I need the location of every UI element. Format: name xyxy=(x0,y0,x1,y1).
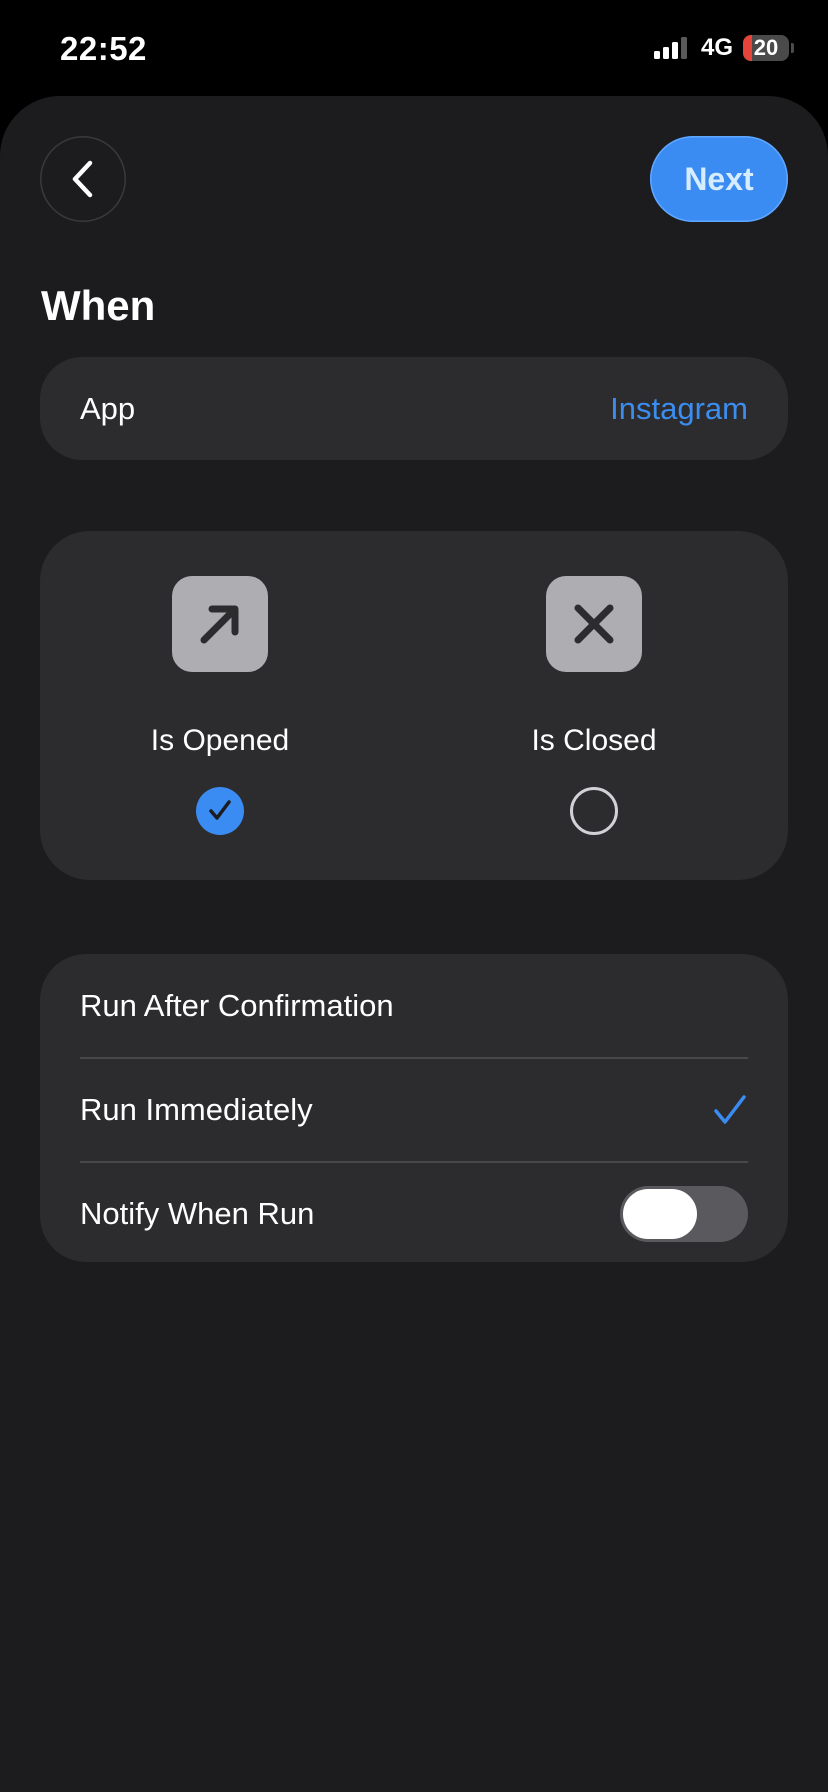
trigger-card: Is Opened Is Closed xyxy=(40,531,788,880)
status-indicators: 4G 20 xyxy=(653,34,794,62)
back-button[interactable] xyxy=(40,136,126,222)
option-label: Run After Confirmation xyxy=(80,988,394,1023)
trigger-option-opened[interactable]: Is Opened xyxy=(80,531,380,880)
checkmark-icon xyxy=(209,800,231,820)
arrow-up-right-icon xyxy=(172,576,268,672)
option-run-immediately[interactable]: Run Immediately xyxy=(80,1058,748,1162)
network-type: 4G xyxy=(700,34,733,61)
option-label: Run Immediately xyxy=(80,1092,313,1127)
option-run-after-confirmation[interactable]: Run After Confirmation xyxy=(80,954,748,1058)
app-row-label: App xyxy=(80,390,136,426)
checkmark-icon xyxy=(714,1095,746,1124)
trigger-label-opened: Is Opened xyxy=(150,724,290,757)
toggle-knob xyxy=(623,1189,697,1239)
automation-sheet: Next When App Instagram Is Opened Is Clo… xyxy=(0,96,828,1792)
battery-icon: 20 xyxy=(743,35,794,61)
status-time: 22:52 xyxy=(60,30,147,67)
x-mark-icon xyxy=(546,576,642,672)
status-bar: 22:52 4G 20 xyxy=(0,0,828,96)
option-notify-when-run: Notify When Run xyxy=(80,1162,748,1262)
next-button[interactable]: Next xyxy=(650,136,788,222)
chevron-left-icon xyxy=(72,160,93,198)
trigger-label-closed: Is Closed xyxy=(531,724,657,757)
battery-level: 20 xyxy=(753,35,779,60)
option-label: Notify When Run xyxy=(80,1196,315,1231)
cellular-signal-icon xyxy=(653,37,687,59)
app-row-value[interactable]: Instagram xyxy=(610,391,748,427)
app-selector-row[interactable]: App Instagram xyxy=(40,357,788,460)
trigger-option-closed[interactable]: Is Closed xyxy=(454,531,754,880)
notify-toggle[interactable] xyxy=(620,1186,748,1242)
run-options-list: Run After Confirmation Run Immediately N… xyxy=(40,954,788,1262)
radio-opened-selected[interactable] xyxy=(196,787,244,835)
radio-closed-unselected[interactable] xyxy=(570,787,618,835)
section-title: When xyxy=(41,282,156,329)
